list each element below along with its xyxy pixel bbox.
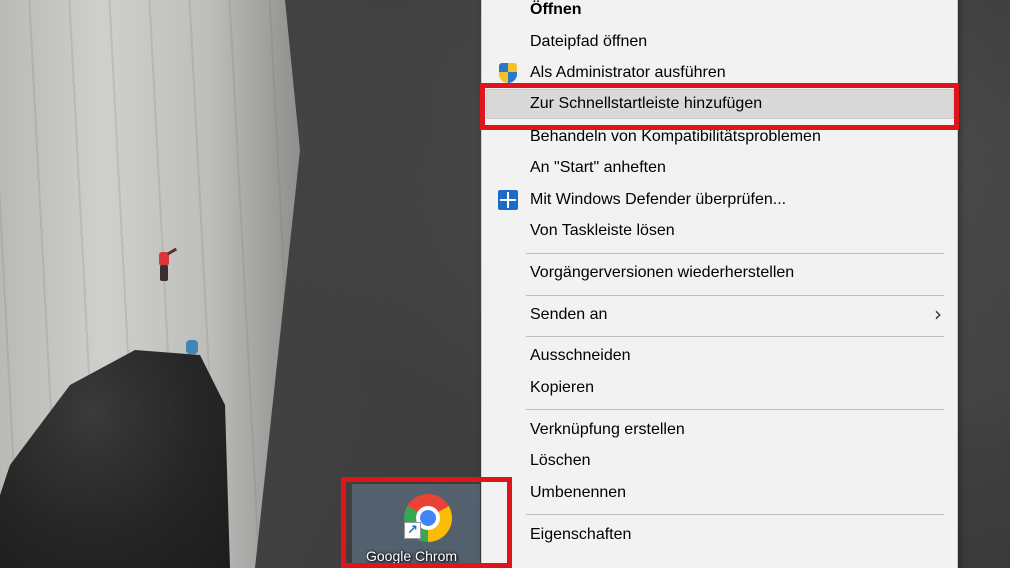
- menu-item-create-shortcut[interactable]: Verknüpfung erstellen: [486, 415, 954, 445]
- menu-item-label: Als Administrator ausführen: [530, 64, 726, 81]
- menu-item-label: Eigenschaften: [530, 526, 632, 543]
- menu-item-label: Dateipfad öffnen: [530, 33, 648, 50]
- menu-item-pin-to-start[interactable]: An "Start" anheften: [486, 153, 954, 183]
- menu-item-label: Umbenennen: [530, 484, 627, 501]
- menu-item-restore-previous-versions[interactable]: Vorgängerversionen wiederherstellen: [486, 258, 954, 288]
- menu-item-properties[interactable]: Eigenschaften: [486, 520, 954, 550]
- menu-item-copy[interactable]: Kopieren: [486, 373, 954, 403]
- menu-separator: [526, 514, 944, 515]
- menu-item-label: Löschen: [530, 452, 591, 469]
- menu-item-label: Senden an: [530, 306, 608, 323]
- menu-separator: [526, 253, 944, 254]
- menu-item-rename[interactable]: Umbenennen: [486, 478, 954, 508]
- menu-item-label: Kopieren: [530, 379, 595, 396]
- menu-separator: [526, 295, 944, 296]
- menu-item-label: Verknüpfung erstellen: [530, 421, 685, 438]
- menu-item-label: Vorgängerversionen wiederherstellen: [530, 264, 795, 281]
- windows-defender-icon: [496, 189, 520, 211]
- chevron-right-icon: ›: [934, 302, 942, 326]
- menu-item-label: Behandeln von Kompatibilitätsproblemen: [530, 128, 821, 145]
- menu-item-label: An "Start" anheften: [530, 159, 666, 176]
- menu-item-unpin-from-taskbar[interactable]: Von Taskleiste lösen: [486, 216, 954, 246]
- climber-legs: [160, 265, 168, 281]
- menu-item-label: Von Taskleiste lösen: [530, 222, 675, 239]
- climber-figure-blue: [186, 340, 198, 354]
- menu-item-label: Öffnen: [530, 1, 582, 18]
- climber-figure: [156, 247, 178, 282]
- highlight-box-menu-item: [480, 83, 959, 130]
- menu-separator: [526, 336, 944, 337]
- menu-item-delete[interactable]: Löschen: [486, 446, 954, 476]
- uac-shield-icon: [496, 62, 520, 84]
- menu-item-label: Mit Windows Defender überprüfen...: [530, 191, 787, 208]
- menu-separator: [526, 409, 944, 410]
- menu-item-scan-with-defender[interactable]: Mit Windows Defender überprüfen...: [486, 185, 954, 215]
- highlight-box-shortcut: [341, 477, 512, 568]
- menu-item-label: Ausschneiden: [530, 347, 631, 364]
- menu-item-open[interactable]: Öffnen: [486, 0, 954, 25]
- menu-item-cut[interactable]: Ausschneiden: [486, 341, 954, 371]
- menu-item-send-to[interactable]: Senden an ›: [486, 300, 954, 330]
- menu-item-open-file-location[interactable]: Dateipfad öffnen: [486, 27, 954, 57]
